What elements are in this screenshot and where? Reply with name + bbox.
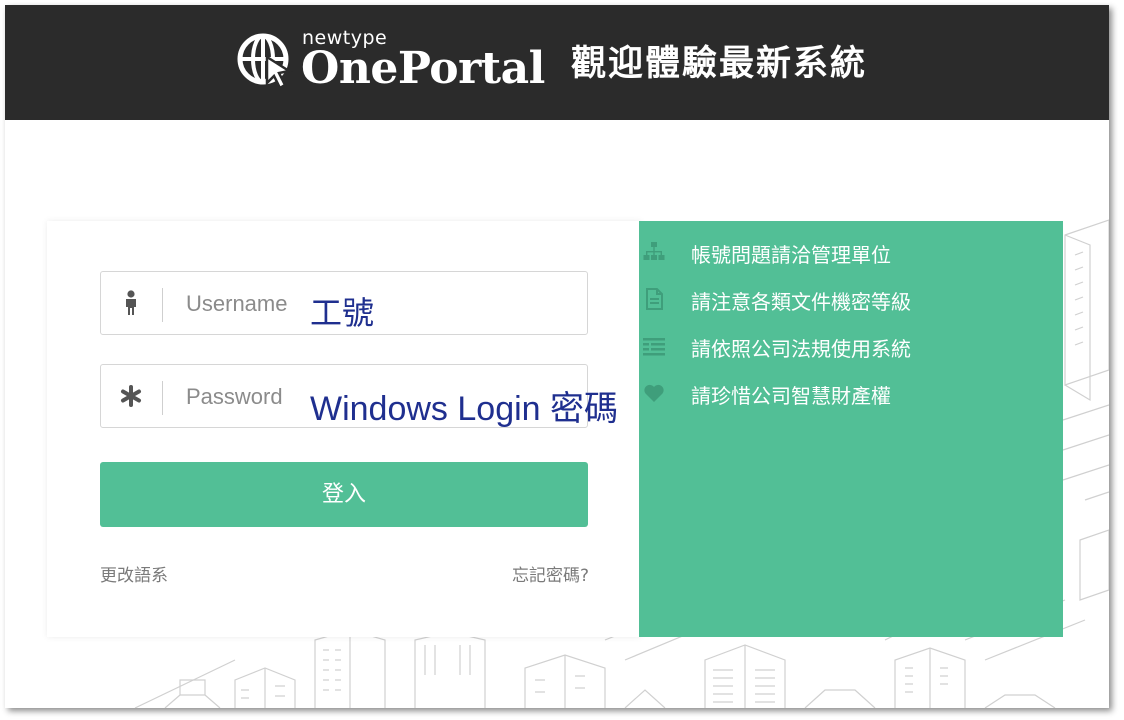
list-icon [643, 338, 665, 356]
username-placeholder: Username [186, 291, 288, 316]
user-icon [126, 290, 136, 315]
login-window: newtype OnePortal 觀迎體驗最新系統 Username Pass… [5, 5, 1109, 708]
field-divider [162, 381, 163, 415]
change-language-link[interactable]: 更改語系 [100, 561, 168, 586]
info-text: 帳號問題請洽管理單位 [691, 243, 891, 267]
info-text: 請珍惜公司智慧財產權 [691, 384, 891, 408]
username-annotation: 工號 [310, 295, 375, 331]
logo-brand-name: OnePortal [301, 43, 545, 94]
login-button[interactable]: 登入 [100, 462, 588, 527]
password-annotation: Windows Login 密碼 [310, 390, 619, 428]
page-title: 觀迎體驗最新系統 [571, 44, 868, 84]
globe-cursor-logo-icon [237, 33, 293, 90]
info-item: 請珍惜公司智慧財產權 [639, 378, 1063, 408]
field-divider [162, 288, 163, 322]
heart-icon [644, 384, 664, 402]
info-text: 請依照公司法規使用系統 [691, 337, 911, 361]
password-placeholder: Password [186, 384, 283, 409]
info-item: 帳號問題請洽管理單位 [639, 237, 1063, 267]
document-icon [646, 288, 663, 310]
sitemap-icon [643, 242, 665, 260]
asterisk-icon [121, 385, 141, 407]
info-item: 請注意各類文件機密等級 [639, 284, 1063, 314]
info-text: 請注意各類文件機密等級 [691, 290, 911, 314]
header-bar: newtype OnePortal 觀迎體驗最新系統 [5, 5, 1109, 120]
info-panel: 帳號問題請洽管理單位 請注意各類文件機密等級 請依照公司法規使用系統 請珍惜公司… [639, 221, 1063, 637]
forgot-password-link[interactable]: 忘記密碼? [512, 561, 589, 586]
info-item: 請依照公司法規使用系統 [639, 331, 1063, 361]
